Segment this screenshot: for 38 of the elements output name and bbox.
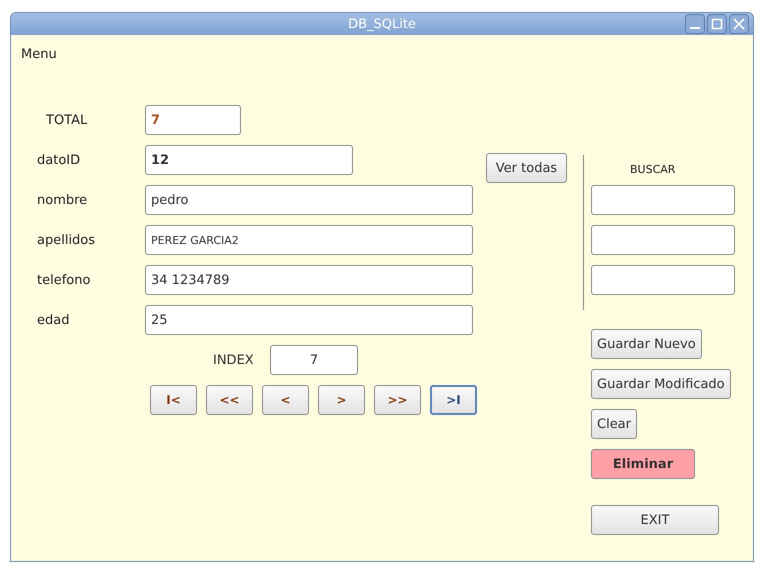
- maximize-icon: [711, 18, 723, 30]
- search-field[interactable]: [591, 265, 735, 295]
- nav-button[interactable]: >>: [374, 385, 421, 415]
- text-field[interactable]: 34 1234789: [145, 265, 473, 295]
- minimize-button[interactable]: [685, 14, 705, 34]
- view-all-button[interactable]: Ver todas: [486, 153, 567, 183]
- nav-button[interactable]: >: [318, 385, 365, 415]
- text-field[interactable]: 12: [145, 145, 353, 175]
- field-label: INDEX: [213, 352, 255, 368]
- exit-button[interactable]: EXIT: [591, 505, 719, 535]
- text-field[interactable]: PEREZ GARCIA2: [145, 225, 473, 255]
- action-button[interactable]: Guardar Modificado: [591, 369, 731, 399]
- nav-button[interactable]: I<: [150, 385, 197, 415]
- close-button[interactable]: [729, 14, 749, 34]
- menu-item[interactable]: Menu: [17, 47, 61, 62]
- nav-button[interactable]: >I: [430, 385, 477, 415]
- nav-button[interactable]: <: [262, 385, 309, 415]
- search-field[interactable]: [591, 185, 735, 215]
- close-icon: [733, 18, 745, 30]
- field-label: edad: [36, 312, 70, 328]
- action-button[interactable]: Clear: [591, 409, 637, 439]
- field-label: datoID: [36, 152, 82, 168]
- nav-button[interactable]: <<: [206, 385, 253, 415]
- search-field[interactable]: [591, 225, 735, 255]
- delete-button[interactable]: Eliminar: [591, 449, 695, 479]
- text-field[interactable]: 25: [145, 305, 473, 335]
- text-field[interactable]: pedro: [145, 185, 473, 215]
- action-button[interactable]: Guardar Nuevo: [591, 329, 702, 359]
- search-label: BUSCAR: [629, 163, 676, 178]
- text-field[interactable]: 7: [145, 105, 241, 135]
- field-label: nombre: [36, 192, 88, 208]
- window-title: DB_SQLite: [348, 16, 416, 32]
- field-label: apellidos: [36, 232, 96, 248]
- index-field[interactable]: 7: [270, 345, 358, 375]
- field-label: telefono: [36, 272, 92, 288]
- field-label: TOTAL: [45, 112, 88, 128]
- minimize-icon: [690, 27, 700, 29]
- maximize-button[interactable]: [707, 14, 727, 34]
